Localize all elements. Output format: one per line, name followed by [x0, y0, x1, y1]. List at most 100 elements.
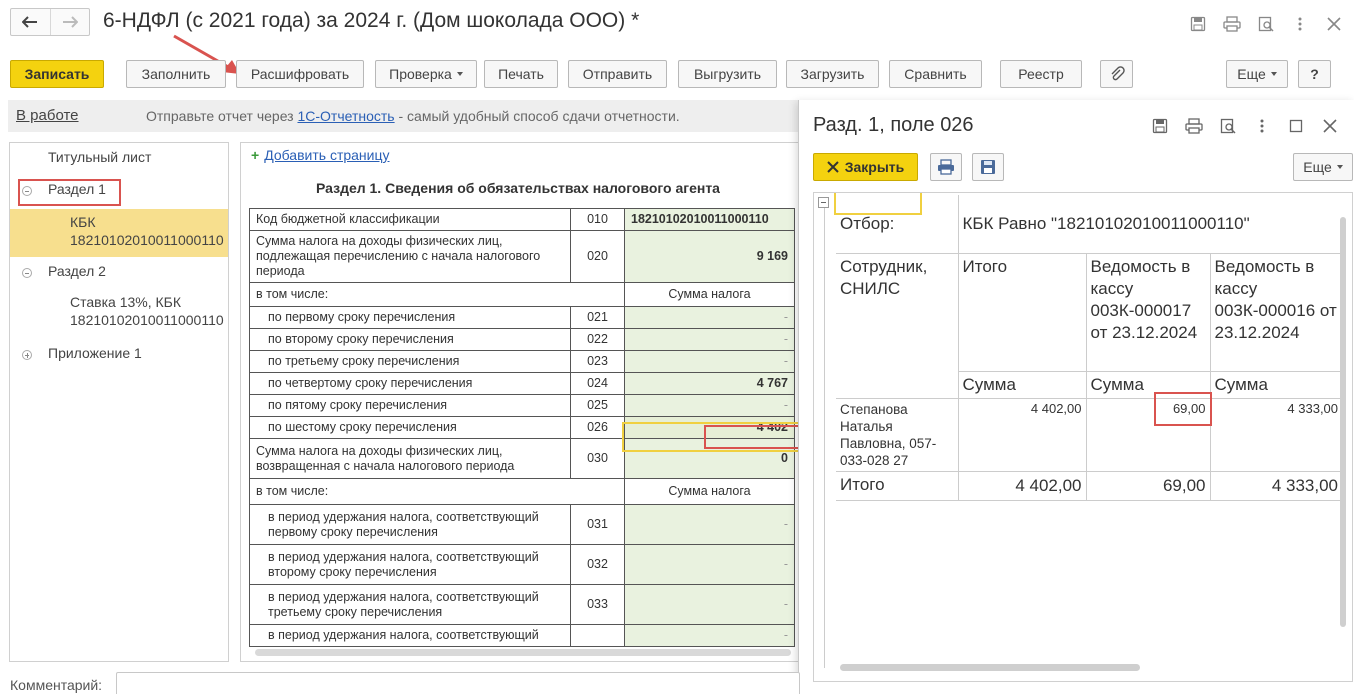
row-value[interactable]: - — [624, 394, 795, 417]
column-header-employee: Сотрудник, СНИЛС — [836, 252, 959, 371]
chevron-down-icon — [456, 72, 463, 76]
row-label: в период удержания налога, соответствующ… — [249, 584, 571, 625]
close-icon[interactable] — [1320, 116, 1340, 136]
row-code: 023 — [570, 350, 625, 373]
row-label: в период удержания налога, соответствующ… — [249, 504, 571, 545]
row-value[interactable]: 4 767 — [624, 372, 795, 395]
vertical-scrollbar[interactable] — [1340, 217, 1346, 627]
row-label: в период удержания налога, соответствующ… — [249, 544, 571, 585]
more-vertical-icon[interactable] — [1252, 116, 1272, 136]
highlight-section1 — [18, 179, 121, 206]
tree-item-label: КБК — [70, 214, 96, 230]
popup-more-button[interactable]: Еще — [1293, 153, 1353, 181]
status-link[interactable]: В работе — [16, 107, 79, 124]
total-total: 4 402,00 — [958, 471, 1087, 501]
tree-item-kbk[interactable]: КБК 18210102010011000110 — [10, 209, 228, 257]
upload-button[interactable]: Выгрузить — [678, 60, 777, 88]
horizontal-scrollbar[interactable] — [255, 649, 791, 656]
help-button[interactable]: ? — [1298, 60, 1331, 88]
tree-item-kbk-value: 18210102010011000110 — [70, 232, 224, 248]
row-value[interactable]: - — [624, 584, 795, 625]
popup-print-button[interactable] — [930, 153, 962, 181]
download-button[interactable]: Загрузить — [786, 60, 879, 88]
more-label: Еще — [1237, 66, 1266, 82]
table-row: по третьему сроку перечисления 023- — [249, 350, 795, 373]
report-heading: Раздел 1. Сведения об обязательствах нал… — [316, 180, 720, 196]
row-code: 026 — [570, 416, 625, 439]
row-code — [570, 624, 625, 647]
collapse-group-icon[interactable] — [818, 197, 832, 211]
row-value[interactable]: - — [624, 544, 795, 585]
employee-sheet2-sum[interactable]: 4 333,00 — [1210, 398, 1343, 472]
tree-item-title-page[interactable]: Титульный лист — [10, 149, 228, 173]
print-icon — [938, 159, 954, 175]
row-label: по пятому сроку перечисления — [249, 394, 571, 417]
tree-item-appendix1[interactable]: Приложение 1 — [10, 345, 228, 369]
horizontal-scrollbar[interactable] — [840, 664, 1140, 671]
row-label: в период удержания налога, соответствующ… — [249, 624, 571, 647]
popup-close-button[interactable]: Закрыть — [813, 153, 918, 181]
preview-icon[interactable] — [1256, 14, 1276, 34]
row-label: по второму сроку перечисления — [249, 328, 571, 351]
row-label: по третьему сроку перечисления — [249, 350, 571, 373]
row-value[interactable]: 18210102010011000110 — [624, 208, 795, 231]
table-row: по четвертому сроку перечисления 024 4 767 — [249, 372, 795, 395]
expand-icon[interactable] — [22, 350, 32, 360]
sections-tree: Титульный лист Раздел 1 КБК 182101020100… — [9, 142, 229, 662]
arrow-left-icon — [22, 16, 38, 28]
row-label: по шестому сроку перечисления — [249, 416, 571, 439]
employee-cell[interactable]: Степанова Наталья Павловна, 057-033-028 … — [836, 398, 959, 472]
decode-button[interactable]: Расшифровать — [236, 60, 364, 88]
row-value[interactable]: - — [624, 624, 795, 647]
send-button[interactable]: Отправить — [568, 60, 667, 88]
more-vertical-icon[interactable] — [1290, 14, 1310, 34]
attach-button[interactable] — [1100, 60, 1133, 88]
column-subheader-sum: Сумма — [1210, 370, 1343, 399]
tree-item-label: Приложение 1 — [48, 345, 142, 361]
info-text-after: - самый удобный способ сдачи отчетности. — [394, 108, 680, 124]
forward-button[interactable] — [49, 9, 90, 35]
employee-total[interactable]: 4 402,00 — [958, 398, 1087, 472]
row-value[interactable]: - — [624, 350, 795, 373]
print-button[interactable]: Печать — [484, 60, 558, 88]
print-icon[interactable] — [1222, 14, 1242, 34]
check-label: Проверка — [389, 66, 452, 82]
registry-button[interactable]: Реестр — [1000, 60, 1082, 88]
save-button[interactable]: Записать — [10, 60, 104, 88]
table-row: в период удержания налога, соответствующ… — [249, 584, 795, 625]
check-button[interactable]: Проверка — [375, 60, 477, 88]
row-value[interactable]: - — [624, 328, 795, 351]
table-row: в период удержания налога, соответствующ… — [249, 624, 795, 647]
maximize-icon[interactable] — [1286, 116, 1306, 136]
column-subheader-sum: Сумма — [958, 370, 1087, 399]
row-code: 021 — [570, 306, 625, 329]
more-button[interactable]: Еще — [1226, 60, 1288, 88]
row-code: 020 — [570, 230, 625, 283]
row-value[interactable]: - — [624, 306, 795, 329]
tree-item-rate[interactable]: Ставка 13%, КБК 18210102010011000110 — [10, 293, 228, 337]
collapse-icon[interactable] — [22, 268, 32, 278]
filter-row: Отбор: КБК Равно "18210102010011000110" — [836, 195, 1342, 253]
compare-button[interactable]: Сравнить — [889, 60, 982, 88]
column-header-sheet1: Ведомость в кассу 003К-000017 от 23.12.2… — [1086, 252, 1211, 371]
subheader-row: Сумма Сумма Сумма — [836, 370, 1343, 399]
row-code: 025 — [570, 394, 625, 417]
table-row: Код бюджетной классификации 010 1821010201… — [249, 208, 795, 231]
back-button[interactable] — [11, 9, 50, 35]
popup-save-button[interactable] — [972, 153, 1004, 181]
save-icon[interactable] — [1150, 116, 1170, 136]
add-page-link[interactable]: + Добавить страницу — [251, 147, 390, 163]
fill-button[interactable]: Заполнить — [126, 60, 226, 88]
row-label: в том числе: — [249, 478, 625, 505]
preview-icon[interactable] — [1218, 116, 1238, 136]
save-icon[interactable] — [1188, 14, 1208, 34]
comment-field[interactable] — [116, 672, 800, 694]
row-value[interactable]: 9 169 — [624, 230, 795, 283]
save-icon — [981, 160, 995, 174]
reporting-service-link[interactable]: 1С-Отчетность — [297, 108, 394, 124]
filter-value: КБК Равно "18210102010011000110" — [962, 214, 1250, 233]
close-icon[interactable] — [1324, 14, 1344, 34]
row-value[interactable]: - — [624, 504, 795, 545]
print-icon[interactable] — [1184, 116, 1204, 136]
tree-item-section2[interactable]: Раздел 2 — [10, 263, 228, 287]
